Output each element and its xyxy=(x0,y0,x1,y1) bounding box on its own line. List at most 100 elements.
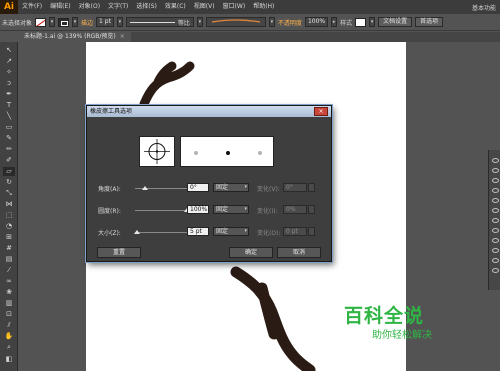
slice-tool-icon[interactable]: ⫽ xyxy=(3,321,15,330)
pen-tool-icon[interactable]: ✒ xyxy=(3,90,15,99)
menu-file[interactable]: 文件(F) xyxy=(18,0,46,14)
menu-bar: Ai 文件(F) 编辑(E) 对象(O) 文字(T) 选择(S) 效果(C) 视… xyxy=(0,0,500,14)
stroke-weight-dropdown[interactable]: ▾ xyxy=(116,17,123,27)
eraser-tool-icon[interactable]: ▱ xyxy=(3,167,15,176)
menu-help[interactable]: 帮助(H) xyxy=(249,0,278,14)
menu-view[interactable]: 视图(V) xyxy=(190,0,219,14)
opacity-label[interactable]: 不透明度 xyxy=(278,18,302,27)
document-tab[interactable]: 未标题-1.ai @ 139% (RGB/预览) × xyxy=(18,32,131,42)
size-mode-select[interactable]: 固定 ▾ xyxy=(213,227,249,236)
menu-object[interactable]: 对象(O) xyxy=(75,0,104,14)
symbols-panel-icon[interactable] xyxy=(492,188,499,193)
stroke-label[interactable]: 描边 xyxy=(81,18,93,27)
zoom-tool-icon[interactable]: ⌕ xyxy=(3,343,15,352)
free-transform-tool-icon[interactable]: ⬚ xyxy=(3,211,15,220)
eraser-tool-options-dialog: 橡皮擦工具选项 × 角度(A): 0° 固定 ▾ 变化(V): 0° 圆度(R):… xyxy=(86,105,332,262)
roundness-slider[interactable] xyxy=(135,210,187,211)
layers-panel-icon[interactable] xyxy=(492,248,499,253)
profile-dropdown[interactable]: ▾ xyxy=(196,17,203,27)
width-profile-select[interactable]: 等比 xyxy=(125,17,194,27)
artboards-panel-icon[interactable] xyxy=(492,258,499,263)
size-slider[interactable] xyxy=(135,232,187,233)
brushes-panel-icon[interactable] xyxy=(492,178,499,183)
app-logo[interactable]: Ai xyxy=(0,0,18,14)
dialog-close-button[interactable]: × xyxy=(314,107,328,116)
pencil-tool-icon[interactable]: ✏ xyxy=(3,145,15,154)
size-variation-dropdown xyxy=(308,227,315,236)
size-input[interactable]: 5 pt xyxy=(187,227,209,236)
scale-tool-icon[interactable]: ⤡ xyxy=(3,189,15,198)
mesh-tool-icon[interactable]: # xyxy=(3,244,15,253)
swatches-panel-icon[interactable] xyxy=(492,168,499,173)
artboard-tool-icon[interactable]: ⊡ xyxy=(3,310,15,319)
blend-tool-icon[interactable]: ∞ xyxy=(3,277,15,286)
angle-slider-thumb[interactable] xyxy=(141,186,148,190)
transparency-panel-icon[interactable] xyxy=(492,218,499,223)
hand-tool-icon[interactable]: ✋ xyxy=(3,332,15,341)
paintbrush-tool-icon[interactable]: ✎ xyxy=(3,134,15,143)
tab-close-icon[interactable]: × xyxy=(120,33,125,40)
cancel-button[interactable]: 取消 xyxy=(277,247,321,258)
workspace-switcher[interactable]: 基本功能 xyxy=(472,3,500,12)
column-graph-tool-icon[interactable]: ▥ xyxy=(3,299,15,308)
brush-size-preview xyxy=(180,136,274,167)
fill-swatch[interactable] xyxy=(35,17,47,27)
dialog-titlebar[interactable]: 橡皮擦工具选项 × xyxy=(87,106,331,117)
roundness-mode-select[interactable]: 固定 ▾ xyxy=(213,205,249,214)
roundness-input[interactable]: 100% xyxy=(187,205,209,214)
rotate-tool-icon[interactable]: ↻ xyxy=(3,178,15,187)
brush-dropdown[interactable]: ▾ xyxy=(268,17,275,27)
stroke-dropdown[interactable]: ▾ xyxy=(72,17,79,27)
angle-variation-input: 0° xyxy=(283,183,307,192)
menu-edit[interactable]: 编辑(E) xyxy=(46,0,74,14)
preferences-button[interactable]: 首选项 xyxy=(415,17,444,27)
magic-wand-tool-icon[interactable]: ✧ xyxy=(3,68,15,77)
chevron-down-icon: ▾ xyxy=(244,206,247,212)
preview-dot-max xyxy=(258,151,262,155)
direct-selection-tool-icon[interactable]: ↗ xyxy=(3,57,15,66)
size-slider-thumb[interactable] xyxy=(134,230,141,234)
color-panel-icon[interactable] xyxy=(492,158,499,163)
type-tool-icon[interactable]: T xyxy=(3,101,15,110)
selection-status: 未选择对象 xyxy=(2,19,33,27)
gradient-tool-icon[interactable]: ▤ xyxy=(3,255,15,264)
eyedropper-tool-icon[interactable]: ⁄ xyxy=(3,266,15,275)
angle-mode-select[interactable]: 固定 ▾ xyxy=(213,183,249,192)
menu-select[interactable]: 选择(S) xyxy=(132,0,161,14)
tools-panel: ↖ ↗ ✧ ↄ ✒ T ╲ ▭ ✎ ✏ ✐ ▱ ↻ ⤡ ⋈ ⬚ ◔ ⊞ # ▤ … xyxy=(0,42,18,371)
stroke-panel-icon[interactable] xyxy=(492,198,499,203)
blob-brush-tool-icon[interactable]: ✐ xyxy=(3,156,15,165)
align-panel-icon[interactable] xyxy=(492,268,499,273)
roundness-variation-dropdown xyxy=(308,205,315,214)
perspective-grid-tool-icon[interactable]: ⊞ xyxy=(3,233,15,242)
graphic-styles-panel-icon[interactable] xyxy=(492,238,499,243)
fill-dropdown[interactable]: ▾ xyxy=(49,17,56,27)
appearance-panel-icon[interactable] xyxy=(492,228,499,233)
stroke-swatch[interactable] xyxy=(58,17,70,27)
selection-tool-icon[interactable]: ↖ xyxy=(3,46,15,55)
opacity-input[interactable]: 100% xyxy=(304,17,329,27)
style-swatch[interactable] xyxy=(355,17,367,27)
dialog-title: 橡皮擦工具选项 xyxy=(90,108,133,115)
line-tool-icon[interactable]: ╲ xyxy=(3,112,15,121)
width-tool-icon[interactable]: ⋈ xyxy=(3,200,15,209)
brush-definition-select[interactable] xyxy=(205,17,266,27)
rectangle-tool-icon[interactable]: ▭ xyxy=(3,123,15,132)
reset-button[interactable]: 重置 xyxy=(97,247,141,258)
brush-shape-preview[interactable] xyxy=(139,136,175,167)
document-setup-button[interactable]: 文档设置 xyxy=(378,17,413,27)
menu-window[interactable]: 窗口(W) xyxy=(219,0,250,14)
ok-button[interactable]: 确定 xyxy=(229,247,273,258)
fill-stroke-swatch-icon[interactable]: ◧ xyxy=(3,355,15,364)
angle-mode-value: 固定 xyxy=(216,184,229,191)
menu-effect[interactable]: 效果(C) xyxy=(161,0,190,14)
gradient-panel-icon[interactable] xyxy=(492,208,499,213)
symbol-sprayer-tool-icon[interactable]: ❀ xyxy=(3,288,15,297)
lasso-tool-icon[interactable]: ↄ xyxy=(3,79,15,88)
opacity-dropdown[interactable]: ▸ xyxy=(331,17,338,27)
menu-type[interactable]: 文字(T) xyxy=(104,0,132,14)
style-dropdown[interactable]: ▾ xyxy=(369,17,376,27)
stroke-weight-input[interactable]: 1 pt xyxy=(96,17,114,27)
angle-input[interactable]: 0° xyxy=(187,183,209,192)
shape-builder-tool-icon[interactable]: ◔ xyxy=(3,222,15,231)
